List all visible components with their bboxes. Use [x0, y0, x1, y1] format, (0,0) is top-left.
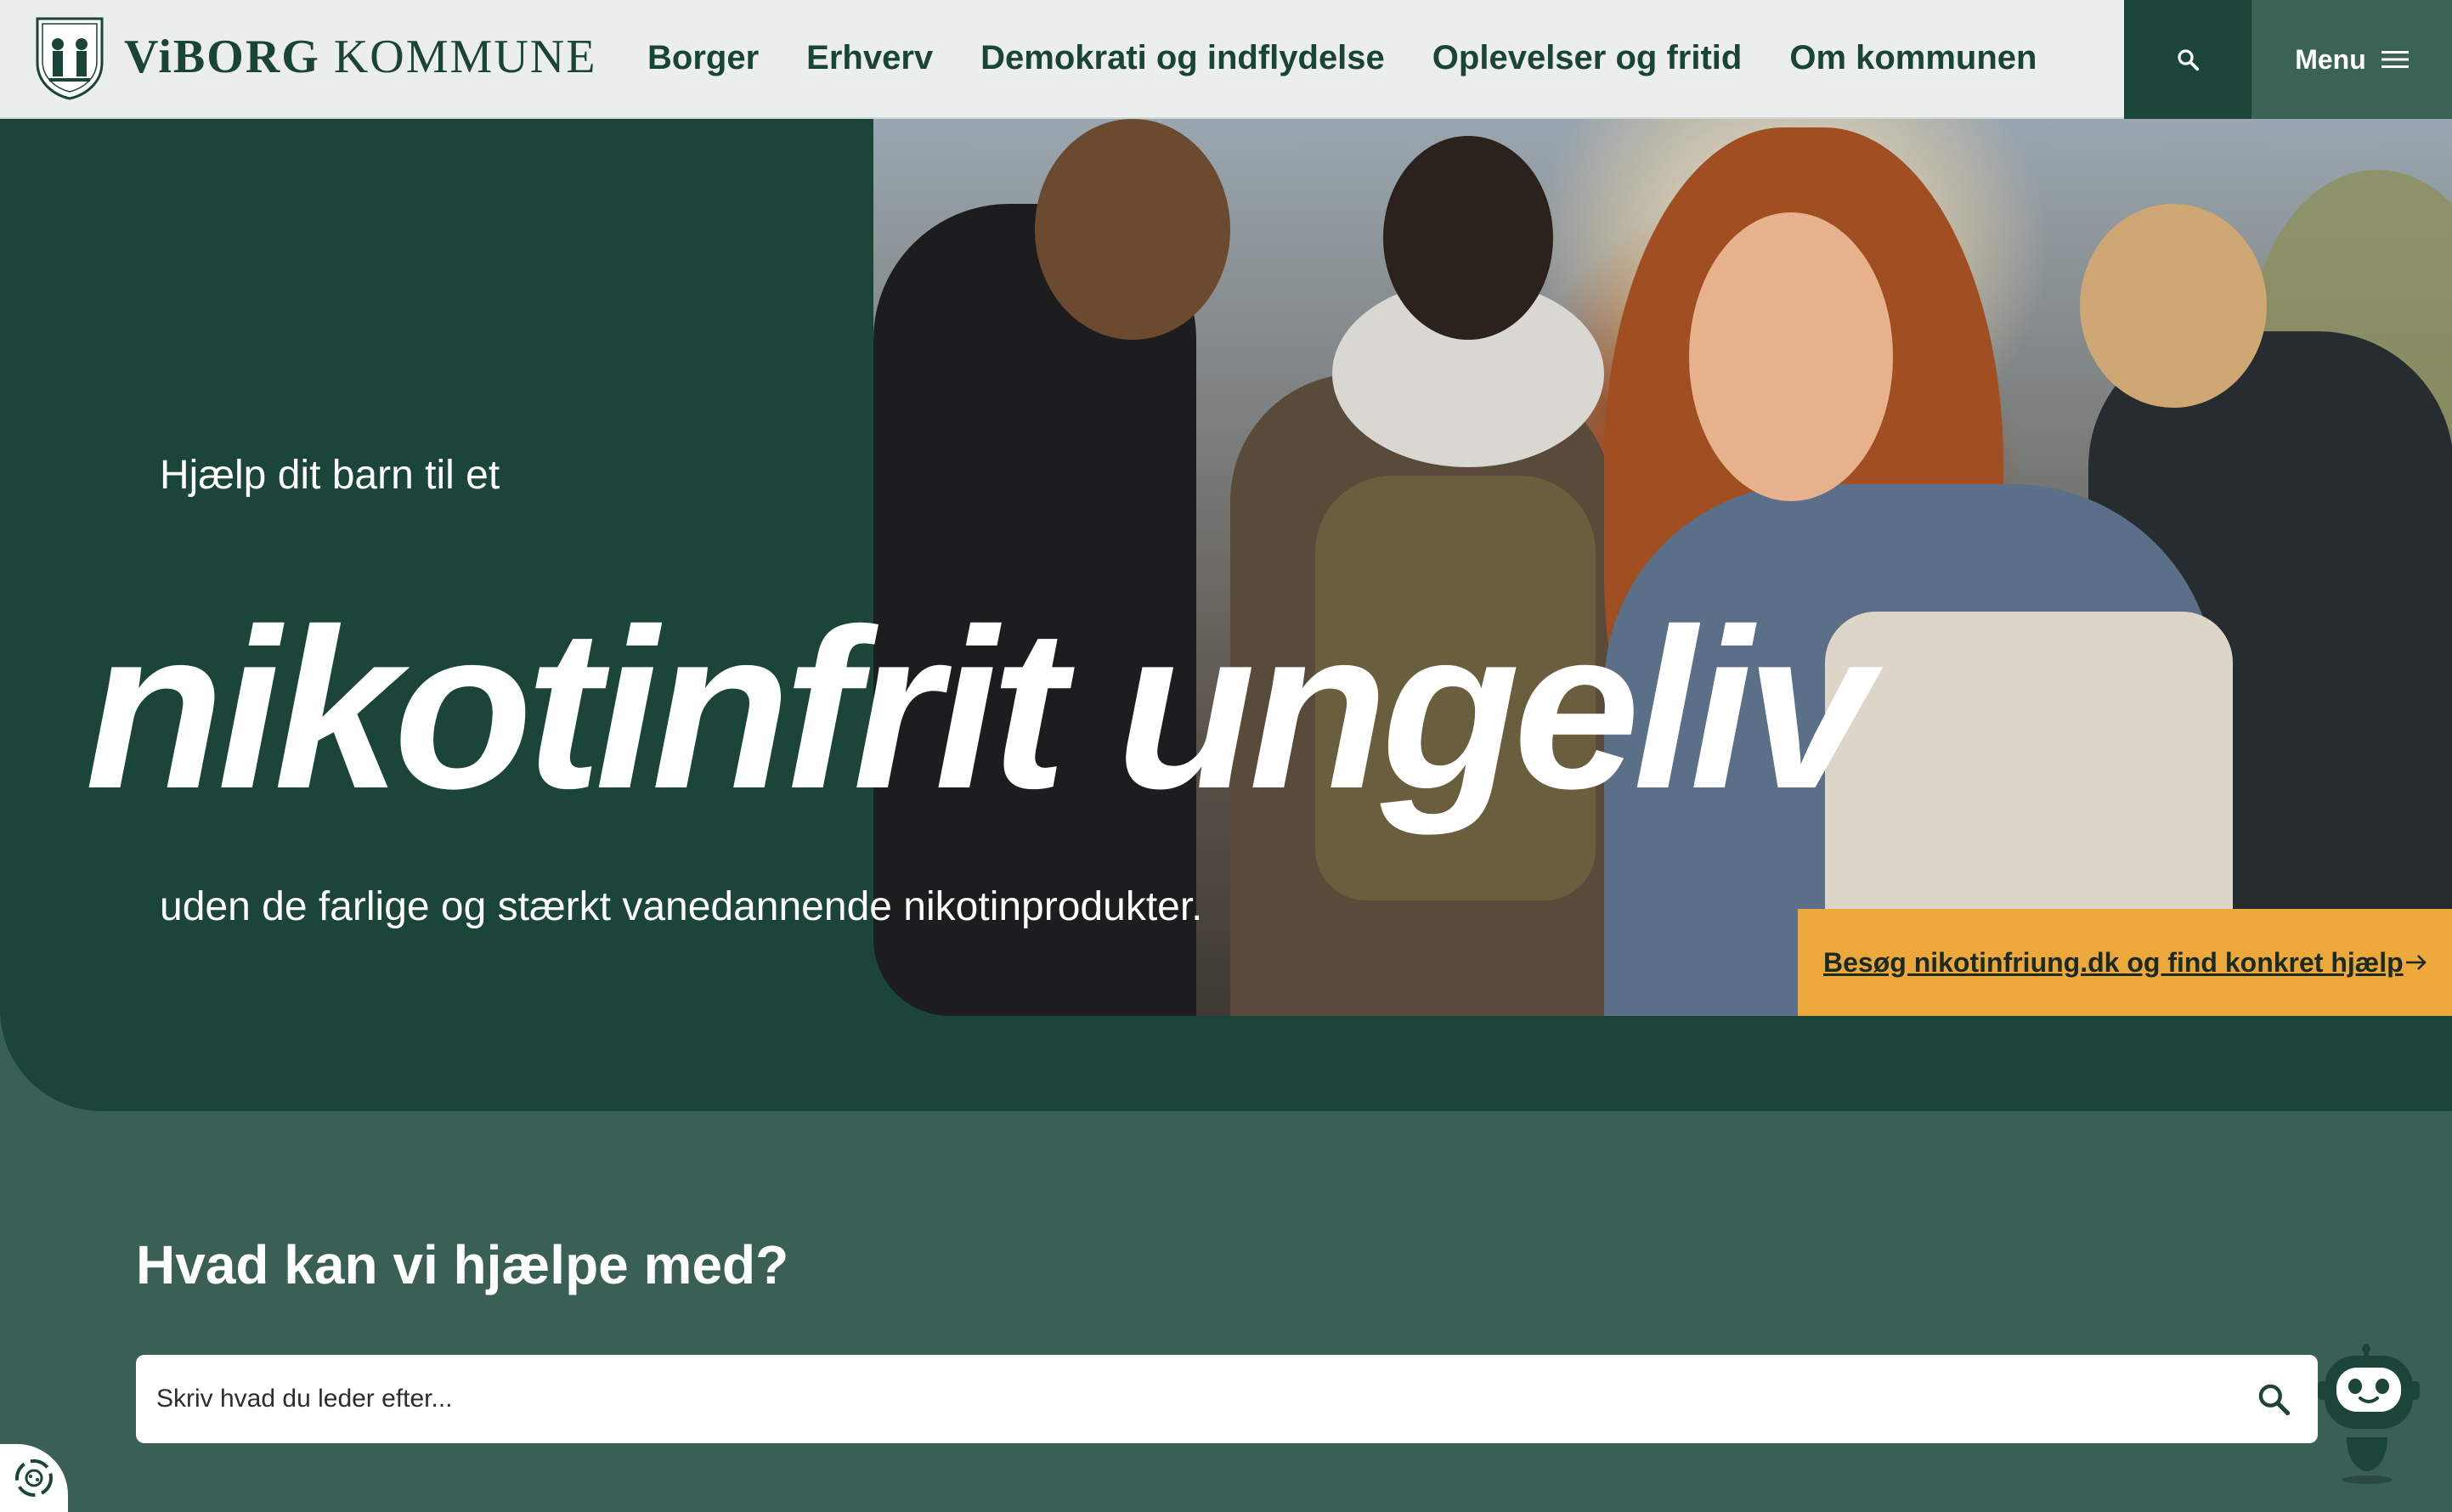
search-icon [2258, 1384, 2291, 1416]
nav-demokrati[interactable]: Demokrati og indflydelse [980, 39, 1385, 77]
menu-button[interactable]: Menu [2251, 0, 2452, 119]
hero-photo [873, 119, 2452, 1016]
search-icon [2178, 49, 2200, 71]
chatbot-icon [2318, 1344, 2420, 1484]
cookie-settings-icon [15, 1459, 53, 1497]
hero-eyebrow: Hjælp dit barn til et [160, 453, 500, 498]
hero-subline: uden de farlige og stærkt vanedannende n… [160, 884, 1203, 929]
hero-cta-label: Besøg nikotinfriung.dk og find konkret h… [1823, 946, 2404, 978]
menu-label: Menu [2295, 43, 2366, 75]
nav-borger[interactable]: Borger [647, 39, 759, 77]
hero-headline: nikotinfrit ungeliv [85, 581, 1873, 836]
chatbot-button[interactable] [2318, 1344, 2428, 1487]
logo-brand: ViBORG [124, 31, 320, 83]
help-title: Hvad kan vi hjælpe med? [136, 1234, 789, 1295]
logo-suffix: KOMMUNE [333, 31, 597, 83]
site-search-submit[interactable] [2250, 1375, 2297, 1423]
nav-oplevelser[interactable]: Oplevelser og fritid [1432, 39, 1743, 77]
nav-erhverv[interactable]: Erhverv [806, 39, 933, 77]
nav-om-kommunen[interactable]: Om kommunen [1789, 39, 2037, 77]
logo-link[interactable]: ViBORG KOMMUNE [32, 14, 596, 100]
hamburger-icon [2381, 51, 2409, 68]
viborg-crest-icon [36, 17, 104, 100]
hero-banner: Hjælp dit barn til et nikotinfrit ungeli… [0, 119, 2452, 1111]
main-nav: Borger Erhverv Demokrati og indflydelse … [647, 0, 2037, 116]
site-header: ViBORG KOMMUNE Borger Erhverv Demokrati … [0, 0, 2452, 119]
cookie-settings-button[interactable] [0, 1444, 68, 1512]
hero-cta-button[interactable]: Besøg nikotinfriung.dk og find konkret h… [1798, 909, 2452, 1016]
site-search-field [136, 1355, 2318, 1443]
header-search-button[interactable] [2124, 0, 2251, 119]
arrow-right-icon [2406, 955, 2427, 970]
site-search-input[interactable] [156, 1385, 2250, 1413]
